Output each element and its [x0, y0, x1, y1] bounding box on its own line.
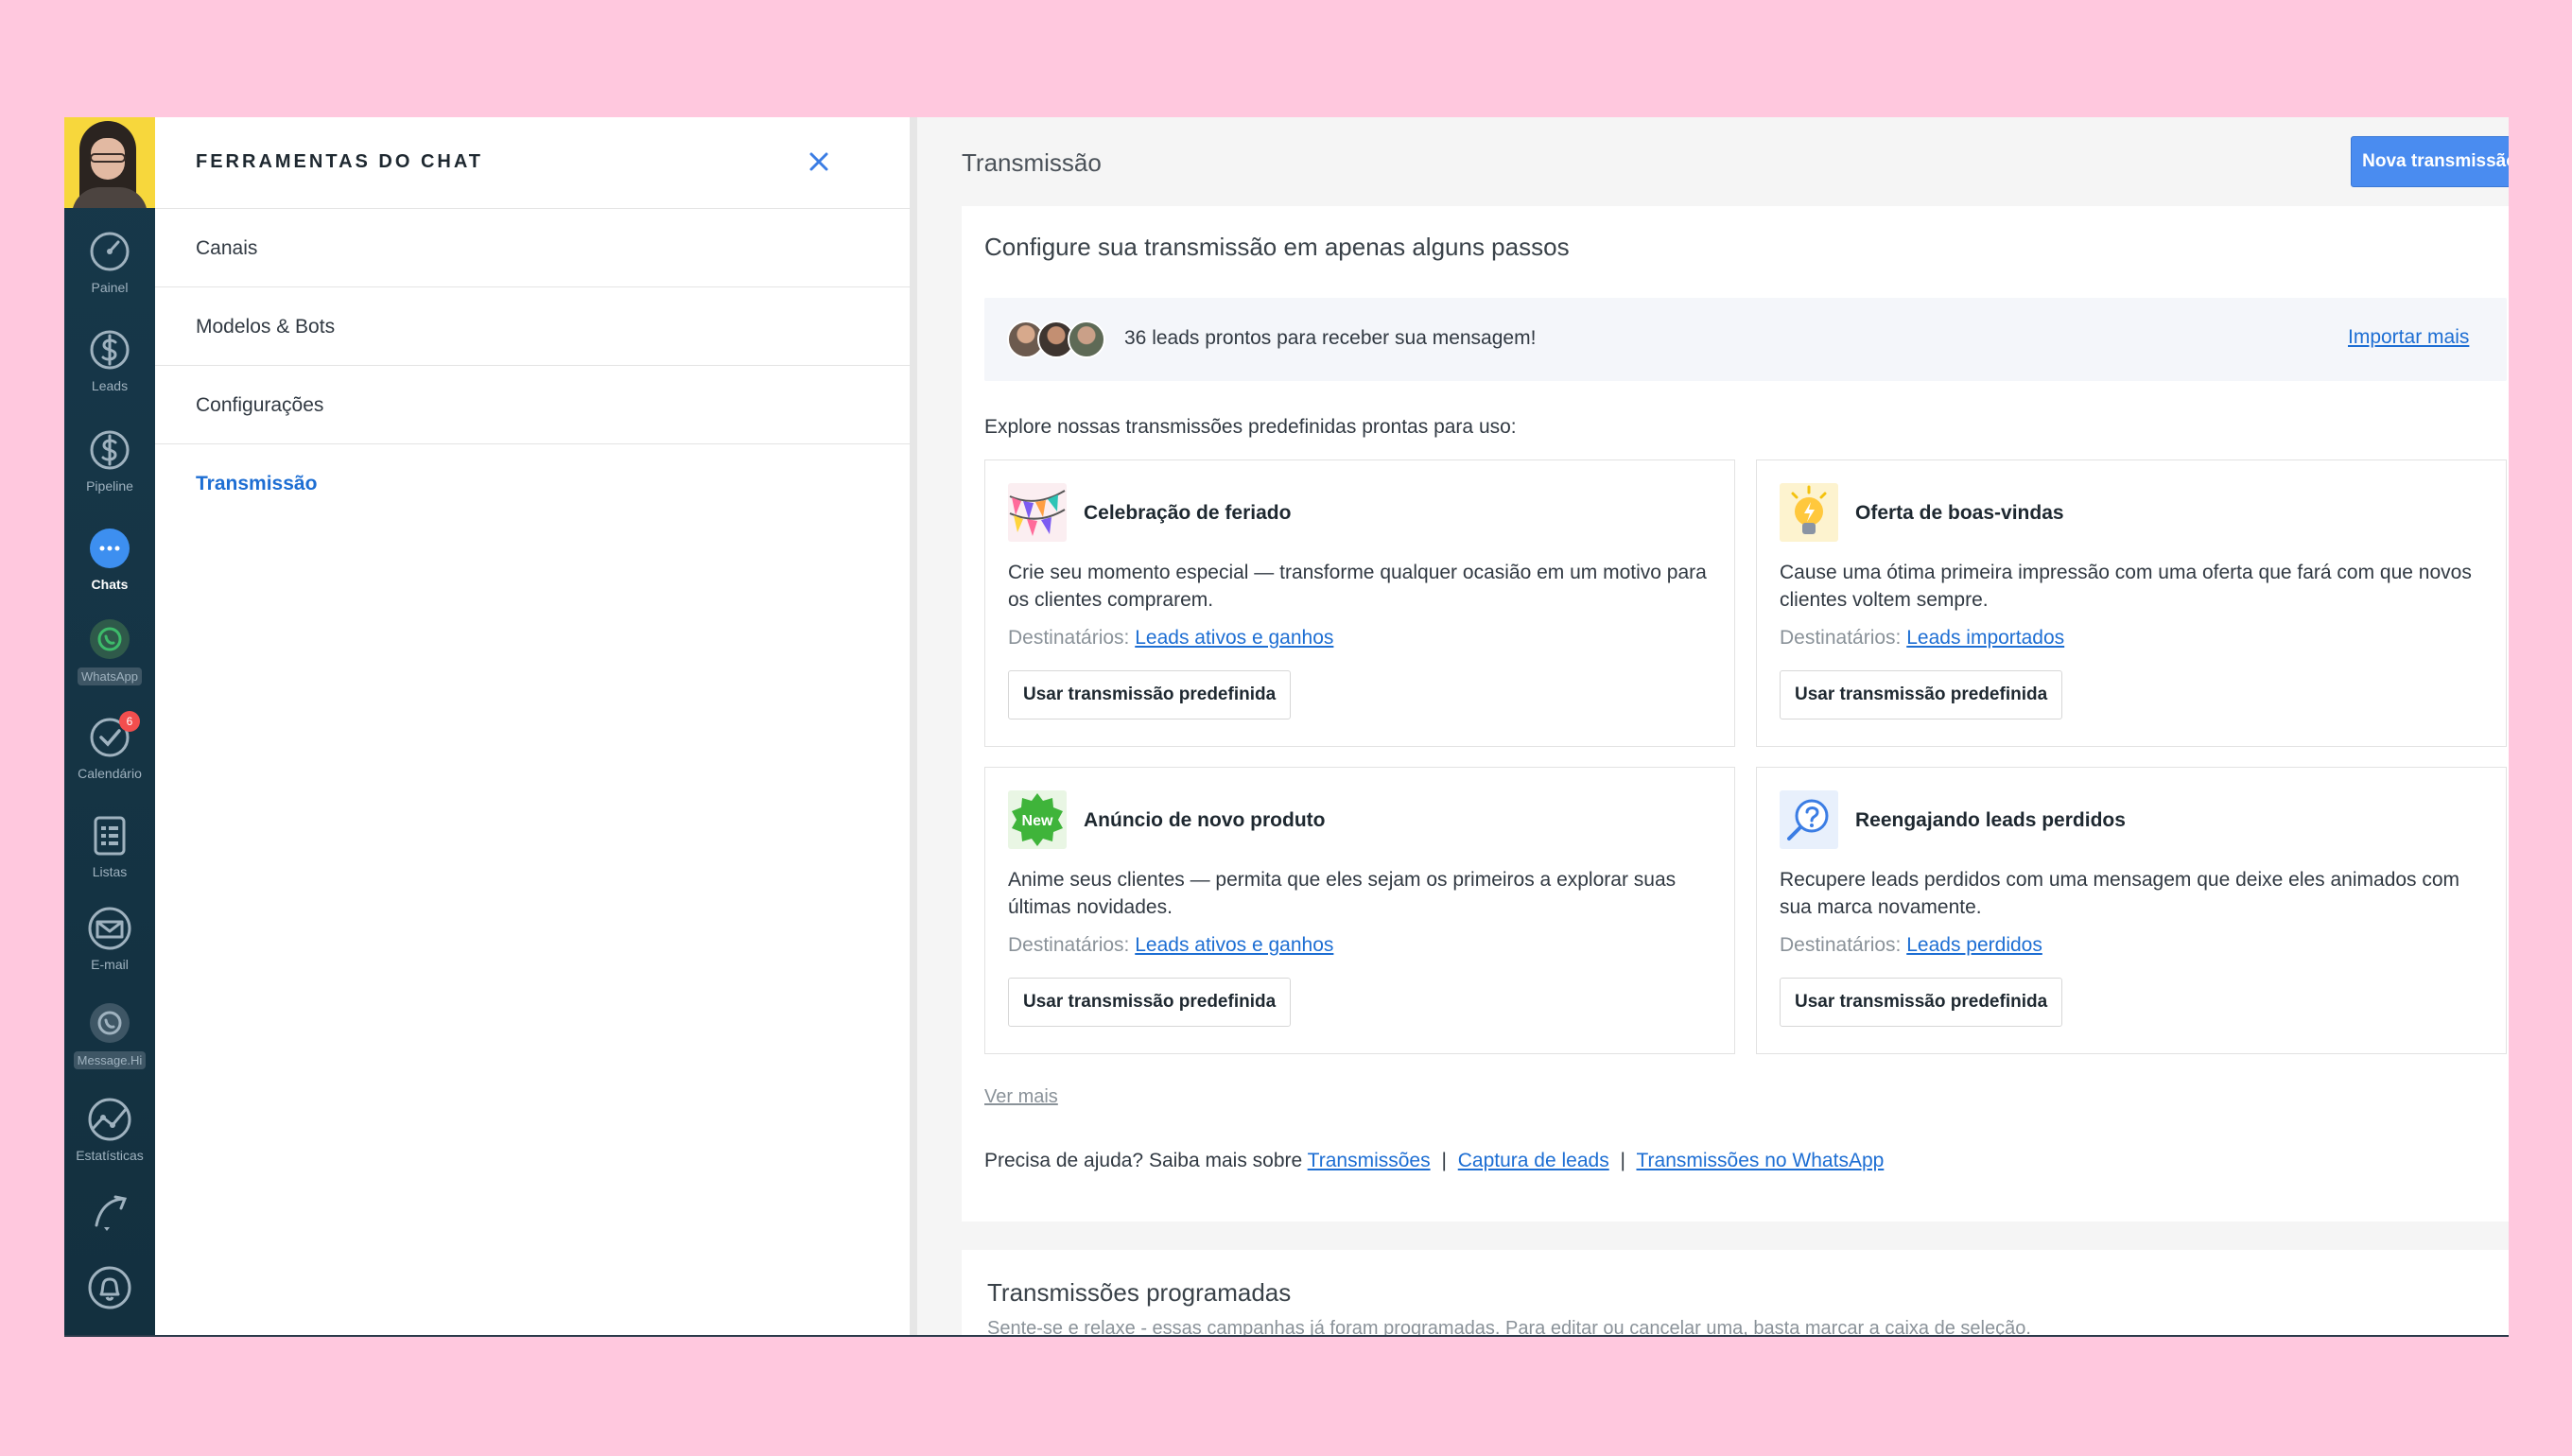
- recipients-link[interactable]: Leads perdidos: [1906, 934, 2042, 956]
- nav-item-estatisticas[interactable]: Estatísticas: [64, 1097, 155, 1163]
- tools-header: FERRAMENTAS DO CHAT: [155, 117, 910, 209]
- recipients-label: Destinatários:: [1780, 934, 1902, 956]
- notification-badge: 6: [119, 711, 140, 732]
- nav-label: E-mail: [91, 957, 129, 972]
- help-link-whatsapp[interactable]: Transmissões no WhatsApp: [1636, 1150, 1884, 1171]
- template-card-holiday: Celebração de feriado Crie seu momento e…: [984, 459, 1735, 747]
- nav-label: Calendário: [78, 766, 142, 781]
- lead-avatars: [1007, 321, 1111, 358]
- use-template-button[interactable]: Usar transmissão predefinida: [1008, 978, 1292, 1027]
- nav-label: Pipeline: [86, 478, 133, 494]
- template-description: Cause uma ótima primeira impressão com u…: [1780, 562, 2472, 611]
- chat-bubble-icon: [90, 529, 130, 568]
- avatar[interactable]: [64, 117, 155, 208]
- nav-label: Listas: [92, 864, 128, 879]
- nav-label: WhatsApp: [78, 667, 142, 685]
- explore-text: Explore nossas transmissões predefinidas…: [984, 416, 1517, 438]
- nav-item-pipeline[interactable]: Pipeline: [64, 427, 155, 494]
- new-badge-text: New: [1022, 813, 1053, 829]
- setup-card-title: Configure sua transmissão em apenas algu…: [984, 233, 1570, 261]
- recipients-label: Destinatários:: [1780, 627, 1902, 649]
- left-nav: Painel Leads Pipeline Chats WhatsApp 6 C…: [64, 117, 155, 1335]
- main-content: Transmissão Nova transmissão Configure s…: [925, 117, 2509, 1335]
- list-icon: [94, 816, 126, 856]
- help-separator: |: [1620, 1150, 1626, 1171]
- nav-label: Estatísticas: [76, 1148, 144, 1163]
- wrench-icon: [95, 1195, 128, 1231]
- question-magnifier-icon: [1780, 790, 1838, 849]
- tools-item-configuracoes[interactable]: Configurações: [155, 366, 910, 444]
- nav-item-settings[interactable]: [64, 1189, 155, 1240]
- nav-item-whatsapp[interactable]: WhatsApp: [64, 616, 155, 688]
- recipients-link[interactable]: Leads ativos e ganhos: [1135, 627, 1333, 649]
- use-template-button[interactable]: Usar transmissão predefinida: [1780, 978, 2063, 1027]
- dollar-icon: [90, 330, 130, 370]
- close-icon[interactable]: [805, 147, 833, 176]
- help-separator: |: [1441, 1150, 1447, 1171]
- tools-item-canais[interactable]: Canais: [155, 209, 910, 287]
- recipients-label: Destinatários:: [1008, 934, 1130, 956]
- nav-label: Message.Hi: [73, 1051, 147, 1069]
- tools-item-modelos-bots[interactable]: Modelos & Bots: [155, 287, 910, 366]
- help-link-transmissoes[interactable]: Transmissões: [1308, 1150, 1431, 1171]
- help-prefix: Precisa de ajuda? Saiba mais sobre: [984, 1150, 1303, 1171]
- recipients-link[interactable]: Leads importados: [1906, 627, 2064, 649]
- nav-item-notifications[interactable]: [64, 1265, 155, 1316]
- tools-title: FERRAMENTAS DO CHAT: [196, 151, 484, 172]
- whatsapp-icon: [90, 1003, 130, 1043]
- template-card-reengage: Reengajando leads perdidos Recupere lead…: [1756, 767, 2507, 1054]
- import-more-link[interactable]: Importar mais: [2348, 326, 2469, 349]
- setup-card: Configure sua transmissão em apenas algu…: [962, 206, 2509, 1222]
- new-broadcast-button[interactable]: Nova transmissão: [2351, 136, 2509, 187]
- dollar-icon: [90, 430, 130, 470]
- template-card-welcome-offer: Oferta de boas-vindas Cause uma ótima pr…: [1756, 459, 2507, 747]
- scheduled-title: Transmissões programadas: [987, 1278, 1292, 1307]
- use-template-button[interactable]: Usar transmissão predefinida: [1008, 670, 1292, 719]
- scheduled-subtitle: Sente-se e relaxe - essas campanhas já f…: [987, 1318, 2031, 1337]
- nav-item-leads[interactable]: Leads: [64, 327, 155, 393]
- nav-item-listas[interactable]: Listas: [64, 813, 155, 879]
- chart-line-icon: [88, 1098, 131, 1141]
- leads-ready-bar: 36 leads prontos para receber sua mensag…: [984, 298, 2507, 381]
- template-description: Crie seu momento especial — transforme q…: [1008, 562, 1707, 611]
- speedometer-icon: [90, 232, 130, 271]
- template-title: Oferta de boas-vindas: [1855, 502, 2064, 524]
- scheduled-card: Transmissões programadas Sente-se e rela…: [962, 1250, 2509, 1337]
- use-template-button[interactable]: Usar transmissão predefinida: [1780, 670, 2063, 719]
- nav-item-calendario[interactable]: 6 Calendário: [64, 711, 155, 781]
- template-recipients: Destinatários: Leads ativos e ganhos: [1008, 627, 1333, 650]
- template-recipients: Destinatários: Leads importados: [1780, 627, 2064, 650]
- nav-item-email[interactable]: E-mail: [64, 906, 155, 972]
- whatsapp-icon: [90, 619, 130, 659]
- nav-label: Painel: [91, 280, 129, 295]
- nav-item-chats[interactable]: Chats: [64, 526, 155, 592]
- template-description: Anime seus clientes — permita que eles s…: [1008, 869, 1677, 918]
- recipients-link[interactable]: Leads ativos e ganhos: [1135, 934, 1333, 956]
- template-description: Recupere leads perdidos com uma mensagem…: [1780, 869, 2460, 918]
- lightbulb-icon: [1780, 483, 1838, 542]
- template-title: Anúncio de novo produto: [1084, 809, 1326, 831]
- template-title: Celebração de feriado: [1084, 502, 1292, 524]
- nav-item-messagehi[interactable]: Message.Hi: [64, 1000, 155, 1072]
- template-recipients: Destinatários: Leads perdidos: [1780, 934, 2042, 957]
- app-window: Painel Leads Pipeline Chats WhatsApp 6 C…: [64, 117, 2509, 1337]
- nav-item-painel[interactable]: Painel: [64, 229, 155, 295]
- help-line: Precisa de ajuda? Saiba mais sobre Trans…: [984, 1150, 1884, 1172]
- party-flags-icon: [1008, 483, 1067, 542]
- nav-label: Leads: [91, 378, 129, 393]
- nav-label: Chats: [91, 577, 129, 592]
- template-recipients: Destinatários: Leads ativos e ganhos: [1008, 934, 1333, 957]
- leads-ready-text: 36 leads prontos para receber sua mensag…: [1124, 327, 1537, 349]
- template-title: Reengajando leads perdidos: [1855, 809, 2126, 831]
- tools-item-transmissao[interactable]: Transmissão: [155, 444, 910, 523]
- page-title: Transmissão: [962, 148, 1102, 177]
- template-card-new-product: New Anúncio de novo produto Anime seus c…: [984, 767, 1735, 1054]
- see-more-link[interactable]: Ver mais: [984, 1086, 1058, 1108]
- new-badge-icon: New: [1008, 790, 1067, 849]
- chat-tools-panel: FERRAMENTAS DO CHAT Canais Modelos & Bot…: [155, 117, 917, 1335]
- recipients-label: Destinatários:: [1008, 627, 1130, 649]
- bell-icon: [88, 1266, 131, 1309]
- help-link-captura-leads[interactable]: Captura de leads: [1458, 1150, 1609, 1171]
- envelope-icon: [88, 907, 131, 950]
